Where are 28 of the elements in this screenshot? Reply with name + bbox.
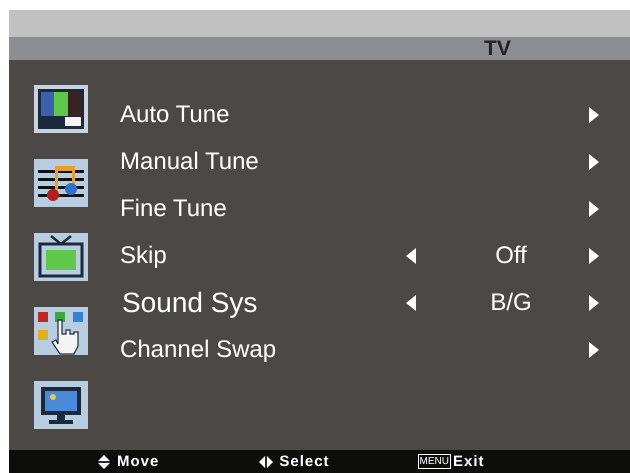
- menu-item[interactable]: Channel Swap: [120, 336, 276, 364]
- menu-item[interactable]: Manual Tune: [120, 148, 259, 176]
- right-arrow-icon[interactable]: [589, 154, 599, 170]
- option-value: B/G: [489, 288, 533, 316]
- menu-item[interactable]: Skip: [120, 242, 167, 270]
- tv-channel-icon[interactable]: [33, 232, 89, 282]
- right-arrow-icon[interactable]: [589, 294, 599, 310]
- left-arrow-icon[interactable]: [406, 248, 416, 264]
- menu-key: MENU: [418, 454, 451, 469]
- monitor-icon[interactable]: [33, 380, 89, 430]
- right-arrow-icon[interactable]: [589, 342, 599, 358]
- menu-title: TV: [484, 37, 511, 60]
- menu-item[interactable]: Fine Tune: [120, 194, 227, 222]
- right-arrow-icon[interactable]: [589, 248, 599, 264]
- right-arrow-icon[interactable]: [589, 106, 599, 122]
- hand-pointer-icon[interactable]: [33, 306, 89, 356]
- color-bars-icon[interactable]: [33, 84, 89, 134]
- hint-label: Select: [279, 453, 330, 470]
- menu-item[interactable]: Sound Sys: [122, 286, 258, 318]
- menu-item[interactable]: Auto Tune: [120, 100, 230, 128]
- hint-label: Move: [117, 453, 160, 470]
- left-arrow-icon[interactable]: [406, 294, 416, 310]
- up-down-arrow-icon: [97, 454, 111, 468]
- right-arrow-icon[interactable]: [589, 200, 599, 216]
- hint-label: Exit: [453, 453, 485, 470]
- music-note-icon[interactable]: [33, 158, 89, 208]
- left-right-arrow-icon: [259, 454, 274, 468]
- option-value: Off: [494, 242, 528, 270]
